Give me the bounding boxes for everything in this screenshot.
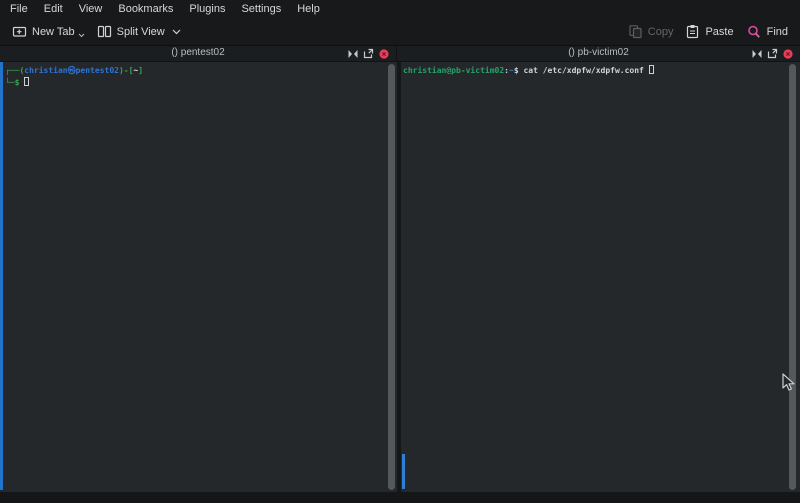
right-pane-header[interactable]: () pb-victim02 [397,46,800,61]
find-icon [746,24,762,40]
find-button[interactable]: Find [740,21,794,43]
prompt-user-host: christian@pb-victim02 [403,66,504,75]
copy-label: Copy [648,26,674,38]
maximize-split-icon[interactable] [752,49,762,59]
menu-bar: File Edit View Bookmarks Plugins Setting… [0,0,800,18]
new-tab-button[interactable]: New Tab [6,21,91,42]
close-icon [783,49,793,59]
prompt-frame-open: ┌──( [5,66,24,75]
prompt-line: christian@pb-victim02:~$ cat /etc/xdpfw/… [403,65,800,77]
prompt-dollar: $ [514,66,524,75]
terminal-area: ┌──(christian㉿pentest02)-[~] └─$ christi… [0,62,800,492]
copy-icon [628,24,643,39]
split-view-label: Split View [117,26,165,38]
toolbar: New Tab Split View Copy [0,18,800,45]
window-bottom-edge [0,492,800,503]
paste-button[interactable]: Paste [679,21,739,42]
right-terminal-content: christian@pb-victim02:~$ cat /etc/xdpfw/… [401,62,800,77]
maximize-split-icon[interactable] [348,49,358,59]
new-tab-label: New Tab [32,26,75,38]
new-tab-icon [12,24,27,39]
paste-label: Paste [705,26,733,38]
menu-item-file[interactable]: File [2,2,36,16]
pane-header-bar: () pentest02 () pb-vict [0,45,800,62]
prompt-dollar: └─$ [5,78,24,87]
chevron-down-icon [172,29,181,35]
right-terminal-scrollbar[interactable] [789,64,796,490]
left-pane-title: () pentest02 [0,47,396,58]
left-terminal[interactable]: ┌──(christian㉿pentest02)-[~] └─$ [0,62,397,492]
prompt-line-2: └─$ [5,77,397,89]
command-text: cat /etc/xdpfw/xdpfw.conf [523,66,648,75]
chevron-down-icon [78,33,85,38]
detach-split-icon[interactable] [767,48,778,59]
prompt-user-host: christian㉿pentest02 [24,66,119,75]
menu-item-help[interactable]: Help [289,2,328,16]
menu-item-view[interactable]: View [71,2,111,16]
menu-item-edit[interactable]: Edit [36,2,71,16]
menu-item-bookmarks[interactable]: Bookmarks [110,2,181,16]
paste-icon [685,24,700,39]
scrollbar-thumb[interactable] [789,64,796,490]
close-icon [379,49,389,59]
right-pane-title: () pb-victim02 [397,47,800,58]
copy-button[interactable]: Copy [622,21,680,42]
close-split-button[interactable] [783,49,793,59]
left-pane-header[interactable]: () pentest02 [0,46,397,61]
mouse-cursor [782,373,796,393]
terminal-cursor [649,65,654,74]
right-terminal[interactable]: christian@pb-victim02:~$ cat /etc/xdpfw/… [401,62,800,492]
prompt-frame-close: ] [138,66,143,75]
scrollbar-thumb[interactable] [388,64,395,490]
terminal-cursor [24,77,29,86]
find-label: Find [767,26,788,38]
left-terminal-highlight-bar [0,62,3,490]
left-terminal-scrollbar[interactable] [388,64,395,490]
prompt-line-1: ┌──(christian㉿pentest02)-[~] [5,65,397,77]
left-terminal-content: ┌──(christian㉿pentest02)-[~] └─$ [0,62,397,89]
konsole-window: File Edit View Bookmarks Plugins Setting… [0,0,800,503]
menu-item-plugins[interactable]: Plugins [181,2,233,16]
split-view-button[interactable]: Split View [91,21,187,42]
menu-item-settings[interactable]: Settings [233,2,289,16]
split-view-icon [97,24,112,39]
close-split-button[interactable] [379,49,389,59]
detach-split-icon[interactable] [363,48,374,59]
prompt-frame-mid: )-[ [119,66,133,75]
right-terminal-highlight-bar [402,454,405,489]
